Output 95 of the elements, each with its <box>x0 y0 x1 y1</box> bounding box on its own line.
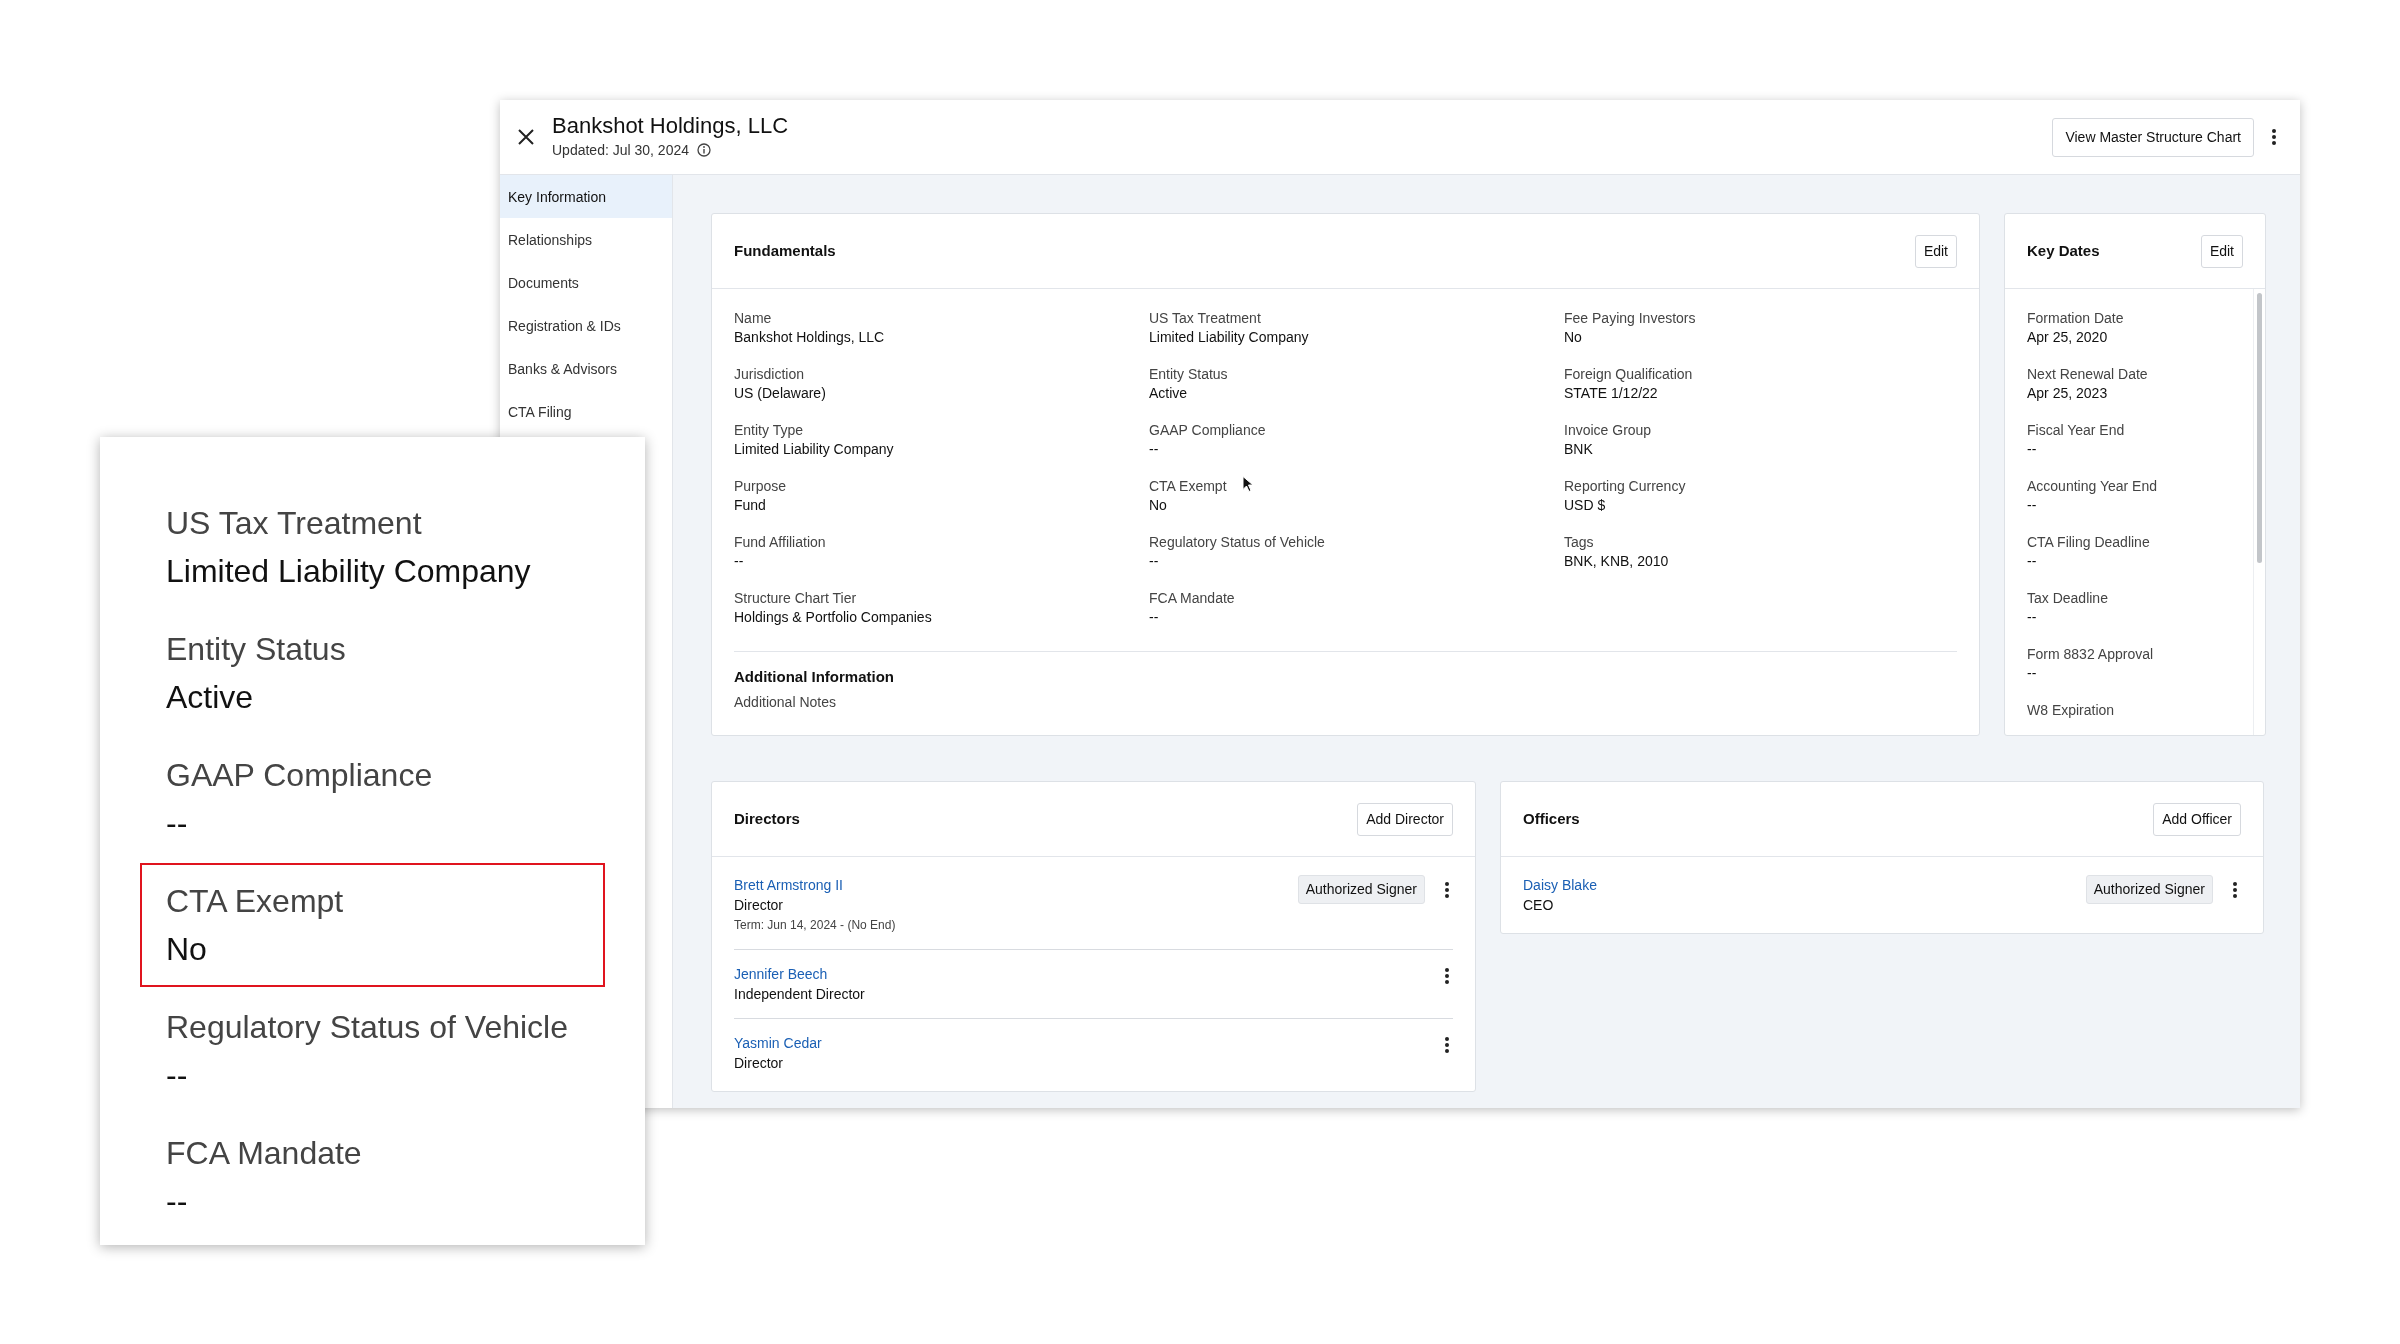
field-value: Active <box>1149 384 1188 403</box>
field-value: No <box>166 930 208 969</box>
scrollbar-thumb[interactable] <box>2257 293 2262 563</box>
field-label: US Tax Treatment <box>1149 309 1261 328</box>
person-link[interactable]: Jennifer Beech <box>734 964 865 984</box>
field-value: No <box>1564 328 1582 347</box>
section-title: Additional Information <box>734 667 895 687</box>
person-link[interactable]: Daisy Blake <box>1523 875 1597 895</box>
field-label: CTA Filing Deadline <box>2027 533 2150 552</box>
kebab-icon <box>2233 881 2237 898</box>
field-value: No <box>1149 496 1167 515</box>
field-value: -- <box>2027 608 2037 627</box>
field-value: Limited Liability Company <box>1149 328 1309 347</box>
field-value: -- <box>2027 664 2037 683</box>
field-value: USD $ <box>1564 496 1606 515</box>
person-link[interactable]: Brett Armstrong II <box>734 875 896 895</box>
field-label: CTA Exempt <box>1149 477 1227 496</box>
field-value: -- <box>1149 440 1159 459</box>
field-label: Invoice Group <box>1564 421 1652 440</box>
field-value: -- <box>2027 440 2037 459</box>
field-label: Regulatory Status of Vehicle <box>166 1008 569 1047</box>
field-label: GAAP Compliance <box>1149 421 1266 440</box>
field-value: Limited Liability Company <box>734 440 894 459</box>
field-label: Reporting Currency <box>1564 477 1686 496</box>
field-label: Fiscal Year End <box>2027 421 2125 440</box>
updated-date: Updated: Jul 30, 2024 <box>552 140 689 160</box>
field-label: Formation Date <box>2027 309 2124 328</box>
field-value: Holdings & Portfolio Companies <box>734 608 932 627</box>
field-value: -- <box>166 1182 189 1221</box>
field-value: Limited Liability Company <box>166 552 532 591</box>
field-label: Fee Paying Investors <box>1564 309 1696 328</box>
field-value: -- <box>2027 496 2037 515</box>
field-label: Name <box>734 309 772 328</box>
field-label: Tags <box>1564 533 1594 552</box>
field-label: Regulatory Status of Vehicle <box>1149 533 1325 552</box>
view-chart-button[interactable]: View Master Structure Chart <box>2052 117 2254 157</box>
signer-tag: Authorized Signer <box>1297 875 1425 904</box>
field-label: FCA Mandate <box>1149 589 1235 608</box>
field-label: Accounting Year End <box>2027 477 2157 496</box>
field-label: Entity Type <box>734 421 803 440</box>
kebab-icon <box>1445 968 1449 984</box>
person-role: Director <box>734 1054 784 1073</box>
field-label: Foreign Qualification <box>1564 365 1693 384</box>
field-label: Structure Chart Tier <box>734 589 857 608</box>
field-value: Apr 25, 2023 <box>2027 384 2108 403</box>
person-role: Director <box>734 896 784 915</box>
person-role: Independent Director <box>734 985 865 1004</box>
field-value: BNK, KNB, 2010 <box>1564 552 1669 571</box>
field-value: Fund <box>734 496 766 515</box>
cursor-icon <box>1242 475 1254 493</box>
field-value: -- <box>2027 552 2037 571</box>
field-value: Active <box>166 678 255 717</box>
card-title: Key Dates <box>2027 240 2100 261</box>
field-value: -- <box>166 1056 189 1095</box>
field-label: Form 8832 Approval <box>2027 645 2154 664</box>
field-value: Apr 25, 2020 <box>2027 328 2108 347</box>
kebab-icon <box>2272 129 2276 145</box>
field-label: Entity Status <box>1149 365 1228 384</box>
term-text: Term: Jun 14, 2024 - (No End) <box>734 917 896 934</box>
field-label: Purpose <box>734 477 787 496</box>
kebab-icon <box>1445 881 1449 898</box>
add-button[interactable]: Add Director <box>1357 802 1453 836</box>
field-value: US (Delaware) <box>734 384 826 403</box>
field-label: W8 Expiration <box>2027 701 2115 720</box>
close-icon <box>518 129 534 145</box>
section-text: Additional Notes <box>734 692 836 712</box>
field-label: Entity Status <box>166 630 347 669</box>
sidebar-item[interactable]: Key Information <box>500 175 672 218</box>
info-icon[interactable] <box>697 143 711 158</box>
card-title: Fundamentals <box>734 240 836 261</box>
field-label: Jurisdiction <box>734 365 805 384</box>
field-value: Bankshot Holdings, LLC <box>734 328 885 347</box>
field-label: GAAP Compliance <box>166 756 434 795</box>
kebab-icon <box>1445 1037 1449 1053</box>
person-link[interactable]: Yasmin Cedar <box>734 1033 822 1053</box>
field-label: US Tax Treatment <box>166 504 423 543</box>
edit-button[interactable]: Edit <box>1914 234 1957 268</box>
field-value: -- <box>1149 608 1159 627</box>
field-label: FCA Mandate <box>166 1134 363 1173</box>
field-label: Tax Deadline <box>2027 589 2108 608</box>
window-title: Bankshot Holdings, LLC <box>552 113 790 140</box>
field-label: Next Renewal Date <box>2027 365 2148 384</box>
field-value: BNK <box>1564 440 1593 459</box>
field-value: -- <box>1149 552 1159 571</box>
field-value: STATE 1/12/22 <box>1564 384 1658 403</box>
field-value: -- <box>734 552 744 571</box>
add-button[interactable]: Add Officer <box>2153 802 2241 836</box>
person-role: CEO <box>1523 896 1555 915</box>
card-title: Directors <box>734 808 800 829</box>
edit-button[interactable]: Edit <box>2200 234 2243 268</box>
field-label: CTA Exempt <box>166 882 345 921</box>
field-value: -- <box>166 804 189 843</box>
field-label: Fund Affiliation <box>734 533 826 552</box>
card-title: Officers <box>1523 808 1580 829</box>
signer-tag: Authorized Signer <box>2085 875 2213 904</box>
